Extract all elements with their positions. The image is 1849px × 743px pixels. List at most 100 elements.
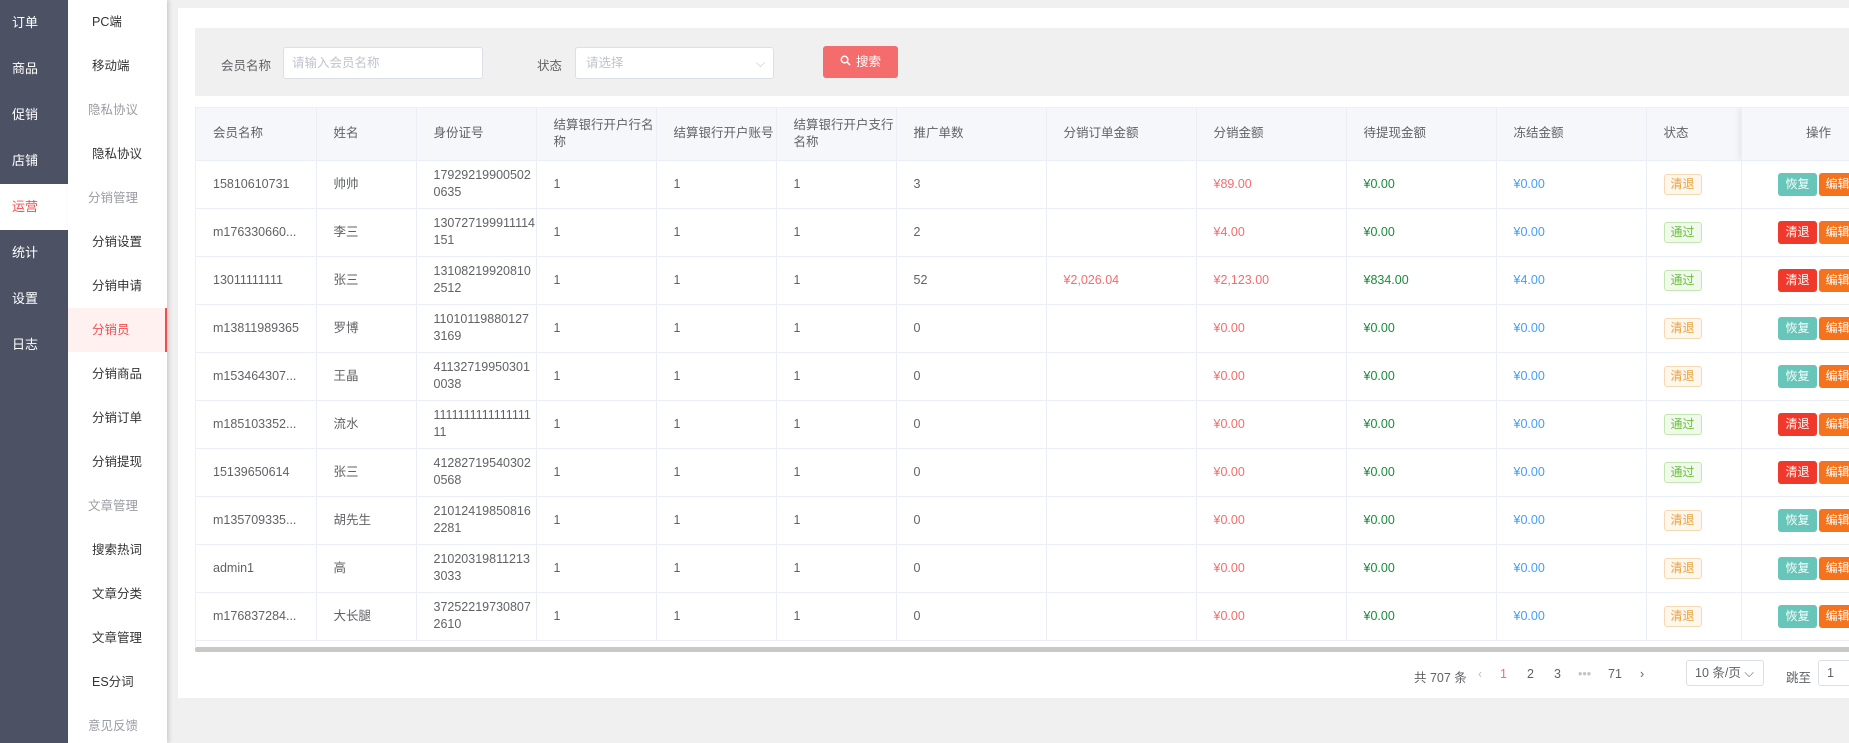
next-page-icon[interactable]: › [1640, 667, 1644, 681]
clear-button[interactable]: 清退 [1778, 412, 1817, 436]
status-badge: 清退 [1663, 173, 1702, 195]
cell-promo-orders: 52 [896, 256, 1047, 305]
edit-button[interactable]: 编辑 [1818, 316, 1849, 340]
sidebar-item[interactable]: 分销设置 [68, 220, 167, 264]
header-bank-branch: 结算银行开户支行名称 [776, 108, 897, 161]
nav-item-logs[interactable]: 日志 [0, 322, 68, 368]
prev-page-icon[interactable]: ‹ [1478, 667, 1482, 681]
cell-member-name: 15810610731 [196, 160, 317, 209]
edit-button[interactable]: 编辑 [1818, 460, 1849, 484]
table-row: 15810610731 帅帅 179292199005020635 1 1 1 3 ¥89.0… [196, 160, 1849, 209]
jump-input[interactable]: 1 [1818, 660, 1849, 686]
cell-bank-branch: 1 [776, 160, 897, 209]
cell-order-amount [1046, 304, 1197, 353]
cell-status: 清退 [1646, 544, 1742, 593]
table-row: m13811989365 罗博 110101198801273169 1 1 1 0 ¥0.0… [196, 304, 1849, 353]
cell-bank-name: 1 [536, 496, 657, 545]
nav-item-operations[interactable]: 运营 [0, 184, 68, 230]
header-member-name: 会员名称 [196, 108, 317, 161]
sidebar-item[interactable]: 分销订单 [68, 396, 167, 440]
status-select[interactable]: 请选择 ⌵ [575, 47, 774, 79]
sidebar-item[interactable]: 分销商品 [68, 352, 167, 396]
header-status: 状态 [1646, 108, 1742, 161]
clear-button[interactable]: 清退 [1778, 460, 1817, 484]
status-badge: 清退 [1663, 365, 1702, 387]
cell-bank-branch: 1 [776, 400, 897, 449]
edit-button[interactable]: 编辑 [1818, 364, 1849, 388]
main-panel: 会员名称 状态 请选择 ⌵ 搜索 会员名称 姓名 身份证号 结算银行开户行名称 [178, 8, 1849, 698]
cell-frozen-amount: ¥0.00 [1496, 208, 1647, 257]
nav-item-orders[interactable]: 订单 [0, 0, 68, 46]
cell-name: 大长腿 [316, 592, 417, 641]
page-1[interactable]: 1 [1500, 667, 1507, 681]
search-bar: 会员名称 状态 请选择 ⌵ 搜索 [195, 28, 1849, 96]
restore-button[interactable]: 恢复 [1778, 556, 1817, 580]
chevron-down-icon: ⌵ [755, 56, 765, 70]
cell-pending-withdraw: ¥0.00 [1346, 304, 1497, 353]
nav-item-statistics[interactable]: 统计 [0, 230, 68, 276]
clear-button[interactable]: 清退 [1778, 268, 1817, 292]
cell-bank-name: 1 [536, 304, 657, 353]
status-badge: 通过 [1663, 221, 1702, 243]
cell-bank-name: 1 [536, 160, 657, 209]
sidebar-item[interactable]: ES分词 [68, 660, 167, 704]
page-size-select[interactable]: 10 条/页 ⌵ [1686, 660, 1764, 686]
cell-order-amount: ¥2,026.04 [1046, 256, 1197, 305]
restore-button[interactable]: 恢复 [1778, 604, 1817, 628]
restore-button[interactable]: 恢复 [1778, 172, 1817, 196]
more-pages-icon[interactable]: ••• [1578, 667, 1591, 681]
nav-item-store[interactable]: 店铺 [0, 138, 68, 184]
header-order-amount: 分销订单金额 [1046, 108, 1197, 161]
sidebar-item[interactable]: 分销员 [68, 308, 167, 352]
restore-button[interactable]: 恢复 [1778, 508, 1817, 532]
edit-button[interactable]: 编辑 [1818, 556, 1849, 580]
edit-button[interactable]: 编辑 [1818, 220, 1849, 244]
cell-actions: 清退 编辑 [1740, 400, 1849, 449]
restore-button[interactable]: 恢复 [1778, 316, 1817, 340]
edit-button[interactable]: 编辑 [1818, 412, 1849, 436]
nav-item-promotion[interactable]: 促销 [0, 92, 68, 138]
edit-button[interactable]: 编辑 [1818, 172, 1849, 196]
cell-distribution-amount: ¥0.00 [1196, 496, 1347, 545]
cell-frozen-amount: ¥0.00 [1496, 400, 1647, 449]
cell-order-amount [1046, 544, 1197, 593]
edit-button[interactable]: 编辑 [1818, 604, 1849, 628]
cell-bank-branch: 1 [776, 496, 897, 545]
sidebar-item[interactable]: 隐私协议 [68, 132, 167, 176]
page-2[interactable]: 2 [1527, 667, 1534, 681]
table-row: m176330660... 李三 130727199911114151 1 1 1 2 ¥4.… [196, 208, 1849, 257]
restore-button[interactable]: 恢复 [1778, 364, 1817, 388]
edit-button[interactable]: 编辑 [1818, 508, 1849, 532]
cell-order-amount [1046, 448, 1197, 497]
clear-button[interactable]: 清退 [1778, 220, 1817, 244]
nav-item-settings[interactable]: 设置 [0, 276, 68, 322]
sidebar-item[interactable]: 移动端 [68, 44, 167, 88]
total-count: 共 707 条 [1414, 671, 1467, 685]
cell-order-amount [1046, 400, 1197, 449]
sidebar-item[interactable]: 搜索热词 [68, 528, 167, 572]
cell-bank-account: 1 [656, 208, 777, 257]
page-3[interactable]: 3 [1554, 667, 1561, 681]
cell-name: 流水 [316, 400, 417, 449]
cell-member-name: m135709335... [196, 496, 317, 545]
sidebar-item[interactable]: 分销申请 [68, 264, 167, 308]
cell-name: 胡先生 [316, 496, 417, 545]
member-name-input[interactable] [283, 47, 483, 79]
cell-pending-withdraw: ¥0.00 [1346, 496, 1497, 545]
horizontal-scrollbar[interactable] [195, 647, 1849, 652]
cell-order-amount [1046, 352, 1197, 401]
cell-frozen-amount: ¥0.00 [1496, 448, 1647, 497]
search-button[interactable]: 搜索 [823, 46, 898, 78]
cell-pending-withdraw: ¥0.00 [1346, 400, 1497, 449]
sidebar-item[interactable]: 文章管理 [68, 616, 167, 660]
status-badge: 清退 [1663, 557, 1702, 579]
sidebar-item[interactable]: 文章分类 [68, 572, 167, 616]
nav-item-products[interactable]: 商品 [0, 46, 68, 92]
edit-button[interactable]: 编辑 [1818, 268, 1849, 292]
sidebar-item[interactable]: PC端 [68, 0, 167, 44]
page-71[interactable]: 71 [1608, 667, 1622, 681]
header-bank-account: 结算银行开户账号 [656, 108, 777, 161]
cell-name: 王晶 [316, 352, 417, 401]
cell-status: 通过 [1646, 448, 1742, 497]
sidebar-item[interactable]: 分销提现 [68, 440, 167, 484]
